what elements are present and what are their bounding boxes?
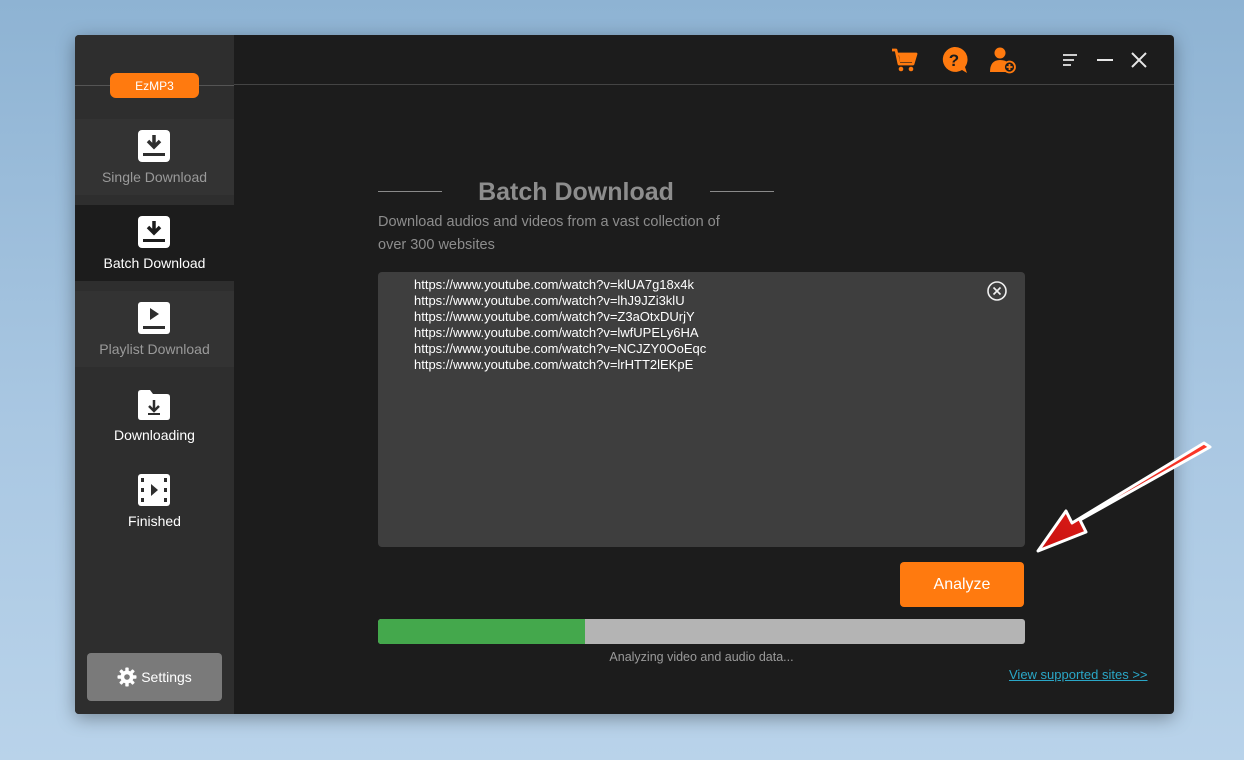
page-subtitle: Download audios and videos from a vast c…: [378, 211, 758, 257]
status-text: Analyzing video and audio data...: [609, 650, 794, 664]
sidebar-item-label: Finished: [128, 513, 181, 529]
minimize-icon[interactable]: [1094, 49, 1116, 71]
url-line: https://www.youtube.com/watch?v=lhJ9JZi3…: [414, 293, 685, 308]
progress-fill: [378, 619, 586, 644]
url-list: https://www.youtube.com/watch?v=klUA7g18…: [414, 277, 706, 373]
page-title: Batch Download: [478, 178, 674, 206]
cart-icon[interactable]: [890, 46, 918, 74]
url-line: https://www.youtube.com/watch?v=lwfUPELy…: [414, 325, 699, 340]
url-line: https://www.youtube.com/watch?v=NCJZY0Oo…: [414, 341, 707, 356]
progress-bar: [378, 619, 1025, 644]
title-rule-left: [378, 191, 442, 192]
sidebar-item-batch-download[interactable]: Batch Download: [75, 205, 234, 281]
analyze-button[interactable]: Analyze: [900, 562, 1024, 607]
settings-label: Settings: [141, 669, 192, 685]
url-line: https://www.youtube.com/watch?v=klUA7g18…: [414, 277, 695, 292]
folder-download-icon: [138, 390, 170, 420]
gear-icon: [117, 667, 137, 687]
title-rule-right: [710, 191, 774, 192]
menu-icon[interactable]: [1060, 49, 1082, 71]
brand-area: EzMP3: [75, 35, 234, 98]
svg-text:?: ?: [949, 51, 959, 70]
subtitle-line: over 300 websites: [378, 237, 495, 253]
url-line: https://www.youtube.com/watch?v=lrHTT2lE…: [414, 357, 694, 372]
sidebar-item-finished[interactable]: Finished: [75, 463, 234, 539]
sidebar-item-label: Playlist Download: [99, 341, 210, 357]
sidebar-item-single-download[interactable]: Single Download: [75, 119, 234, 195]
clear-input-icon[interactable]: [986, 280, 1008, 302]
download-tray-icon: [138, 130, 170, 162]
topbar-divider: [234, 84, 1174, 85]
download-tray-icon: [138, 216, 170, 248]
url-line: https://www.youtube.com/watch?v=Z3aOtxDU…: [414, 309, 695, 324]
sidebar-item-label: Single Download: [101, 169, 208, 185]
sidebar-item-label: Batch Download: [103, 255, 206, 271]
sidebar-item-label: Downloading: [114, 427, 195, 443]
brand-badge: EzMP3: [110, 73, 199, 98]
sidebar-item-downloading[interactable]: Downloading: [75, 377, 234, 453]
sidebar-item-playlist-download[interactable]: Playlist Download: [75, 291, 234, 367]
subtitle-line: Download audios and videos from a vast c…: [378, 214, 720, 230]
settings-button[interactable]: Settings: [87, 653, 222, 701]
url-input-area[interactable]: https://www.youtube.com/watch?v=klUA7g18…: [378, 272, 1025, 547]
playlist-play-icon: [138, 302, 170, 334]
app-window: EzMP3 Single Download Batch Download Pla…: [75, 35, 1174, 714]
view-supported-sites-link[interactable]: View supported sites >>: [1009, 667, 1148, 682]
user-add-icon[interactable]: [989, 46, 1017, 74]
close-icon[interactable]: [1128, 49, 1150, 71]
sidebar: EzMP3 Single Download Batch Download Pla…: [75, 35, 234, 714]
heading-row: Batch Download: [378, 178, 774, 208]
film-play-icon: [138, 474, 170, 506]
help-icon[interactable]: ?: [940, 46, 968, 74]
annotation-arrow-icon: [1036, 441, 1212, 553]
